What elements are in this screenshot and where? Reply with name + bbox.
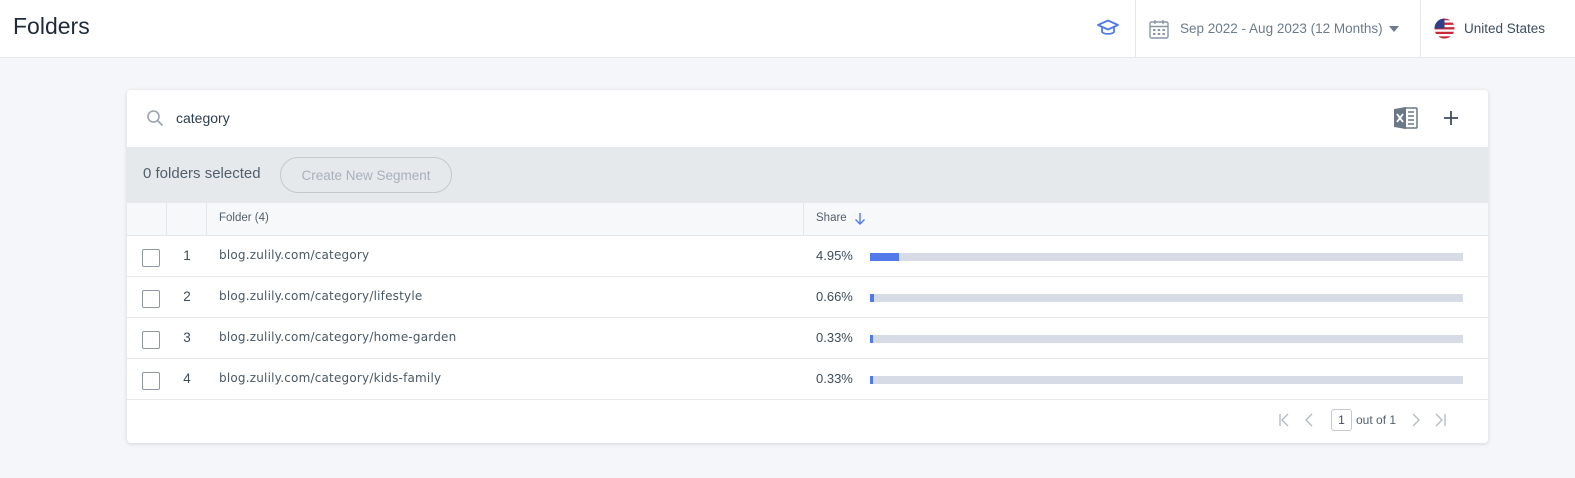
page-title: Folders (13, 13, 90, 39)
prev-page-icon[interactable] (1301, 412, 1317, 428)
header-folder-cell[interactable]: Folder (4) (207, 203, 804, 236)
sort-down-icon[interactable] (854, 212, 866, 226)
divider (1420, 0, 1421, 57)
header-checkbox-cell (127, 203, 167, 236)
folder-link[interactable]: blog.zulily.com/category/lifestyle (219, 289, 422, 303)
selected-count: 0 folders selected (143, 165, 261, 182)
date-range-label: Sep 2022 - Aug 2023 (12 Months) (1180, 21, 1383, 36)
table-row: 2 blog.zulily.com/category/lifestyle 0.6… (127, 277, 1488, 318)
search-row (127, 90, 1488, 147)
header-share-cell[interactable]: Share (804, 203, 1488, 236)
row-index: 1 (183, 248, 191, 263)
country-selector[interactable]: United States (1434, 0, 1545, 57)
share-value: 0.33% (816, 371, 853, 386)
country-label: United States (1464, 21, 1546, 36)
share-bar-fill (870, 253, 899, 261)
table-row: 4 blog.zulily.com/category/kids-family 0… (127, 359, 1488, 400)
us-flag-icon (1434, 18, 1455, 39)
share-bar-fill (870, 294, 874, 302)
row-index: 2 (183, 289, 191, 304)
table-header: Folder (4) Share (127, 203, 1488, 236)
first-page-icon[interactable] (1277, 412, 1293, 428)
search-input[interactable] (176, 107, 776, 129)
share-bar-fill (870, 376, 873, 384)
page-total-label: out of 1 (1356, 413, 1397, 427)
share-value: 0.66% (816, 289, 853, 304)
share-bar (870, 335, 1463, 343)
table-row: 1 blog.zulily.com/category 4.95% (127, 236, 1488, 277)
share-bar (870, 294, 1463, 302)
row-checkbox[interactable] (142, 331, 160, 349)
graduation-cap-icon[interactable] (1096, 16, 1120, 40)
next-page-icon[interactable] (1408, 412, 1424, 428)
share-value: 0.33% (816, 330, 853, 345)
last-page-icon[interactable] (1432, 412, 1448, 428)
row-checkbox[interactable] (142, 290, 160, 308)
folders-table-card: 0 folders selected Create New Segment Fo… (127, 90, 1488, 443)
add-icon[interactable] (1441, 108, 1461, 128)
date-range-picker[interactable]: Sep 2022 - Aug 2023 (12 Months) (1148, 0, 1399, 57)
create-segment-button[interactable]: Create New Segment (280, 157, 452, 193)
top-bar: Folders Sep 2022 - Aug 2023 (12 Months) (0, 0, 1575, 58)
share-value: 4.95% (816, 248, 853, 263)
header-index-cell (167, 203, 207, 236)
divider (1135, 0, 1136, 57)
folder-link[interactable]: blog.zulily.com/category/home-garden (219, 330, 456, 344)
row-index: 4 (183, 371, 191, 386)
folder-column-header: Folder (4) (219, 212, 269, 224)
calendar-icon (1149, 19, 1169, 39)
share-bar (870, 253, 1463, 261)
share-bar-fill (870, 335, 873, 343)
row-checkbox[interactable] (142, 372, 160, 390)
table-row: 3 blog.zulily.com/category/home-garden 0… (127, 318, 1488, 359)
search-icon (147, 110, 163, 126)
folder-link[interactable]: blog.zulily.com/category (219, 248, 369, 262)
page-number-input[interactable]: 1 (1331, 409, 1352, 431)
selection-bar: 0 folders selected Create New Segment (127, 147, 1488, 203)
row-index: 3 (183, 330, 191, 345)
folder-link[interactable]: blog.zulily.com/category/kids-family (219, 371, 441, 385)
share-bar (870, 376, 1463, 384)
share-column-header: Share (816, 212, 847, 224)
pagination: 1 out of 1 (1277, 408, 1456, 432)
excel-export-icon[interactable] (1393, 106, 1419, 130)
chevron-down-icon (1388, 25, 1399, 32)
row-checkbox[interactable] (142, 249, 160, 267)
